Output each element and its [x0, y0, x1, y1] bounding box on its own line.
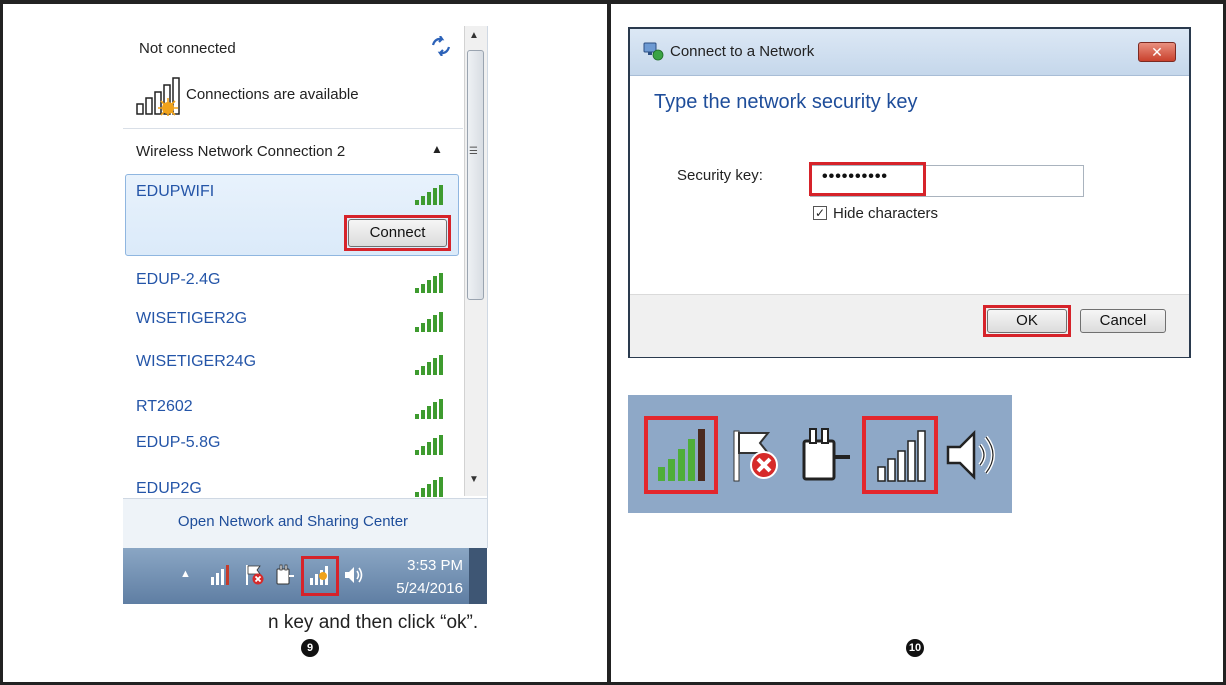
- taskbar: ▲ 3:53 PM 5/24/2016: [123, 548, 487, 604]
- signal-bars-icon: [415, 273, 443, 293]
- hide-characters-checkbox[interactable]: ✓: [813, 206, 827, 220]
- network-item[interactable]: EDUP2G: [136, 480, 202, 498]
- close-button[interactable]: ✕: [1138, 42, 1176, 62]
- show-hidden-icons-icon[interactable]: ▲: [180, 568, 191, 580]
- scroll-down-icon[interactable]: ▼: [469, 474, 479, 485]
- network-flyout: Not connected Connections are available …: [123, 26, 488, 548]
- instruction-caption: n key and then click “ok”.: [268, 612, 479, 633]
- signal-bars-icon: [415, 312, 443, 332]
- scroll-grip-icon: ☰: [469, 146, 478, 157]
- connect-button[interactable]: Connect: [348, 219, 447, 247]
- network-tray-highlight: [301, 556, 339, 596]
- network-name-selected: EDUPWIFI: [136, 183, 215, 200]
- signal-bars-icon: [415, 399, 443, 419]
- power-plug-icon[interactable]: [274, 564, 296, 586]
- step-number-right: 10: [906, 639, 924, 657]
- dialog-titlebar: Connect to a Network ✕: [630, 29, 1189, 76]
- vertical-scrollbar[interactable]: ▲ ☰ ▼: [464, 26, 487, 496]
- signal-bars-icon: [415, 355, 443, 375]
- open-network-center-link[interactable]: Open Network and Sharing Center: [123, 513, 463, 530]
- signal-bars-icon: [415, 435, 443, 455]
- network-item[interactable]: EDUP-2.4G: [136, 271, 220, 289]
- action-center-flag-icon[interactable]: [243, 564, 265, 586]
- clock-date[interactable]: 5/24/2016: [385, 580, 463, 597]
- signal-bars-icon: [415, 477, 443, 497]
- connections-available-text: Connections are available: [186, 86, 359, 103]
- show-desktop-button[interactable]: [469, 548, 487, 604]
- panel-divider: [607, 0, 611, 685]
- clock-time[interactable]: 3:53 PM: [391, 557, 463, 574]
- scroll-up-icon[interactable]: ▲: [469, 30, 479, 41]
- refresh-icon[interactable]: [429, 36, 453, 56]
- network-item[interactable]: WISETIGER24G: [136, 353, 256, 371]
- signal-bars-icon: [415, 185, 443, 205]
- connection-status: Not connected: [139, 40, 236, 57]
- chevron-up-icon[interactable]: ▲: [431, 142, 443, 156]
- flyout-footer: Open Network and Sharing Center: [123, 498, 487, 548]
- cancel-button[interactable]: Cancel: [1080, 309, 1166, 333]
- dialog-heading: Type the network security key: [654, 91, 918, 113]
- security-key-value: ••••••••••: [822, 168, 889, 185]
- tray-icons-closeup: [628, 395, 1012, 513]
- connections-available-icon: [136, 77, 180, 116]
- network-icon: [643, 42, 664, 61]
- signal-bars-icon[interactable]: [209, 564, 231, 586]
- hide-characters-label[interactable]: Hide characters: [833, 205, 938, 222]
- speaker-icon: [946, 429, 995, 481]
- connect-dialog: Connect to a Network ✕ Type the network …: [628, 27, 1191, 358]
- flyout-separator: [123, 128, 463, 129]
- green-signal-highlight: [644, 416, 718, 494]
- power-plug-icon: [802, 428, 850, 481]
- network-item[interactable]: RT2602: [136, 398, 193, 416]
- network-item[interactable]: WISETIGER2G: [136, 310, 247, 328]
- security-key-label: Security key:: [677, 167, 763, 184]
- adapter-header[interactable]: Wireless Network Connection 2: [136, 143, 345, 160]
- network-item[interactable]: EDUP-5.8G: [136, 434, 220, 452]
- ok-button[interactable]: OK: [987, 309, 1067, 333]
- white-signal-highlight: [862, 416, 938, 494]
- step-number-left: 9: [301, 639, 319, 657]
- dialog-title: Connect to a Network: [670, 43, 815, 60]
- action-center-flag-icon: [733, 430, 778, 482]
- speaker-icon[interactable]: [343, 564, 365, 586]
- scroll-thumb[interactable]: [467, 50, 484, 300]
